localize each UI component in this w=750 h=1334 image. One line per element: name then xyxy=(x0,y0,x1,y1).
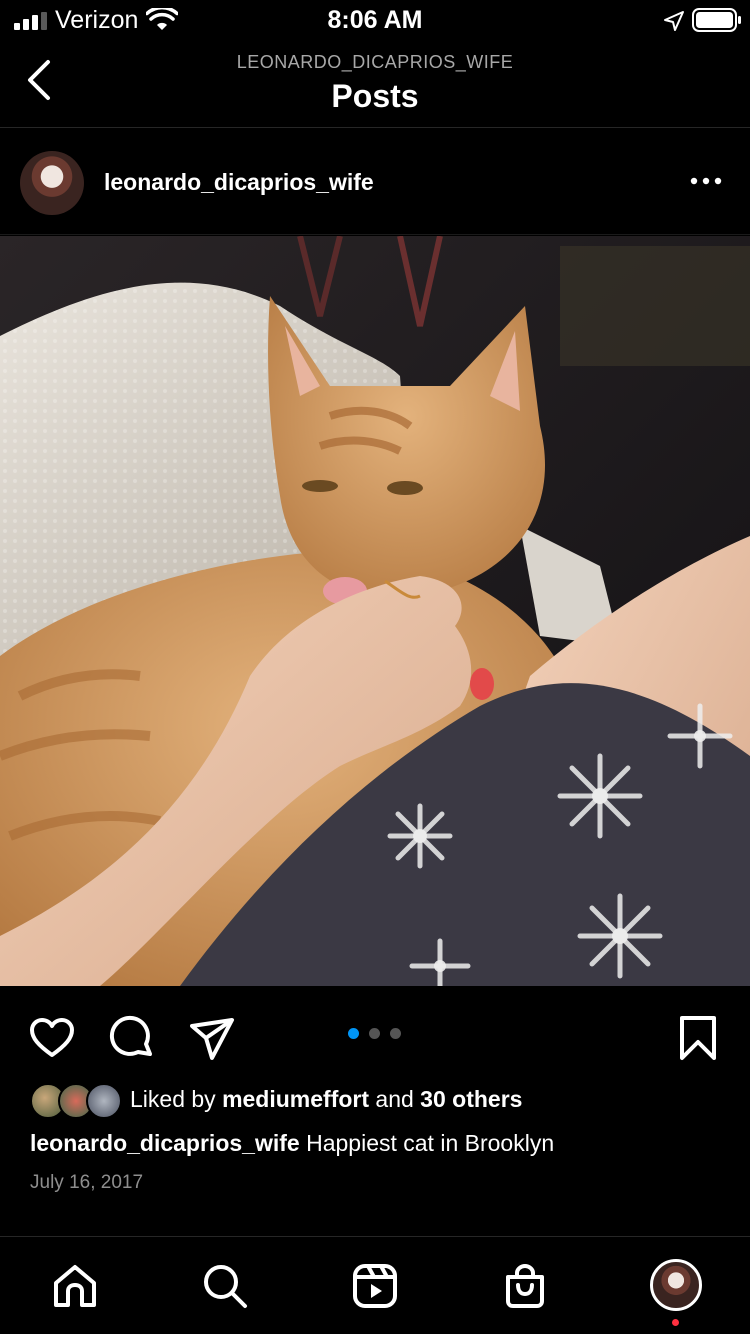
paper-plane-icon[interactable] xyxy=(188,1014,236,1062)
post-actions xyxy=(0,986,750,1082)
caption-username[interactable]: leonardo_dicaprios_wife xyxy=(30,1130,300,1156)
photo-icon xyxy=(0,236,750,986)
post-avatar[interactable] xyxy=(20,151,84,215)
status-bar: Verizon 8:06 AM xyxy=(0,0,750,40)
more-horizontal-icon[interactable] xyxy=(688,171,724,191)
liked-by-user[interactable]: mediumeffort xyxy=(222,1086,369,1112)
reels-icon[interactable] xyxy=(350,1261,400,1311)
carousel-dot-active xyxy=(348,1028,359,1039)
heart-icon[interactable] xyxy=(28,1014,76,1062)
post-caption: leonardo_dicaprios_wife Happiest cat in … xyxy=(30,1130,554,1157)
battery-icon xyxy=(692,8,741,32)
caption-text: Happiest cat in Brooklyn xyxy=(306,1130,555,1156)
liker-avatar xyxy=(86,1083,122,1119)
comment-icon[interactable] xyxy=(108,1014,156,1062)
account-name-label: LEONARDO_DICAPRIOS_WIFE xyxy=(236,52,514,72)
home-icon[interactable] xyxy=(50,1261,100,1311)
likes-prefix: Liked by xyxy=(130,1086,216,1112)
likes-and: and xyxy=(375,1086,414,1112)
shop-icon[interactable] xyxy=(500,1261,550,1311)
post-date: July 16, 2017 xyxy=(30,1172,144,1193)
post-photo[interactable] xyxy=(0,236,750,986)
top-header: LEONARDO_DICAPRIOS_WIFE Posts xyxy=(0,40,750,128)
notification-dot xyxy=(672,1319,679,1326)
search-icon[interactable] xyxy=(200,1261,250,1311)
likes-others[interactable]: 30 others xyxy=(420,1086,522,1112)
carousel-dot xyxy=(390,1028,401,1039)
location-arrow-icon xyxy=(664,11,684,31)
likes-text: Liked by mediumeffort and 30 others xyxy=(130,1086,522,1113)
carousel-indicator xyxy=(348,1028,402,1042)
bookmark-icon[interactable] xyxy=(674,1014,722,1062)
profile-tab-avatar[interactable] xyxy=(650,1259,702,1311)
bottom-tab-bar xyxy=(0,1236,750,1334)
post-header: leonardo_dicaprios_wife xyxy=(0,129,750,235)
status-time: 8:06 AM xyxy=(327,6,423,34)
page-title: Posts xyxy=(331,78,419,114)
carousel-dot xyxy=(369,1028,380,1039)
likes-row[interactable]: Liked by mediumeffort and 30 others xyxy=(30,1083,730,1119)
post-username[interactable]: leonardo_dicaprios_wife xyxy=(104,169,374,196)
